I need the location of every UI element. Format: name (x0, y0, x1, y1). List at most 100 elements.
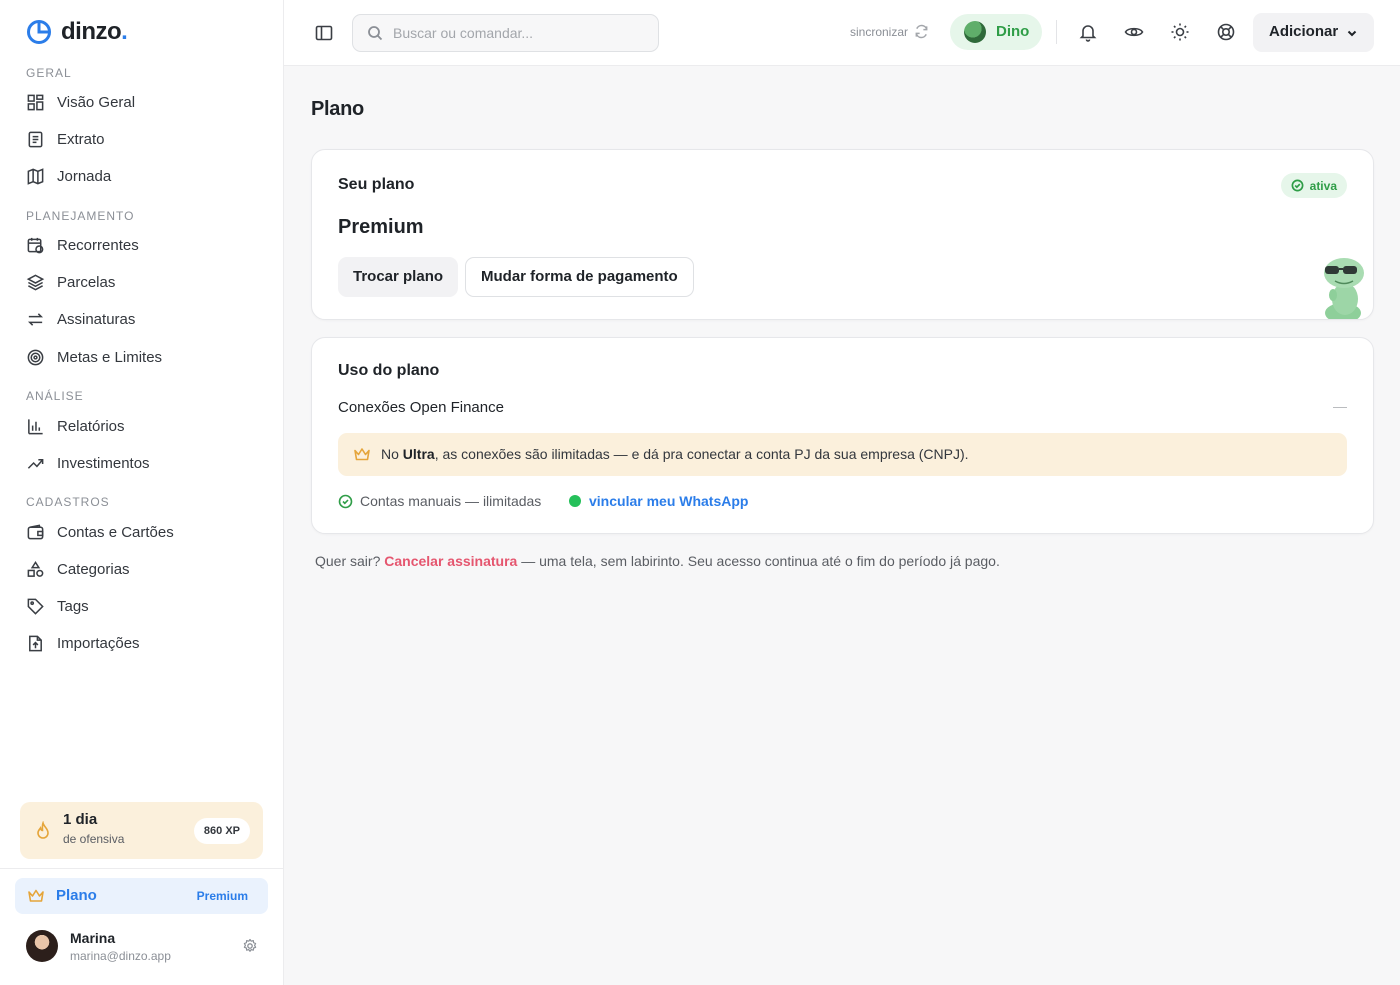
eye-icon (1124, 27, 1144, 37)
plan-name: Premium (338, 216, 424, 238)
sidebar-item-recorrentes[interactable]: Recorrentes (26, 236, 139, 255)
gear-icon[interactable] (242, 938, 258, 954)
sidebar-item-label: Plano (56, 887, 97, 904)
sun-icon (1171, 23, 1189, 41)
sidebar-item-label: Relatórios (57, 418, 125, 435)
cancel-note: Quer sair? Cancelar assinatura — uma tel… (315, 553, 1000, 569)
sidebar-item-tags[interactable]: Tags (26, 597, 89, 616)
sidebar-item-extrato[interactable]: Extrato (26, 130, 105, 149)
sidebar-item-metas-limites[interactable]: Metas e Limites (26, 348, 162, 367)
layers-icon (26, 274, 45, 291)
check-circle-icon (338, 494, 353, 508)
sidebar-divider (0, 868, 284, 869)
open-finance-label: Conexões Open Finance (338, 399, 504, 416)
grid-icon (27, 94, 44, 111)
dinzo-logo-icon (27, 20, 51, 44)
search-bar[interactable] (352, 14, 659, 52)
sync-button[interactable]: sincronizar (850, 24, 929, 39)
usage-card-title: Uso do plano (338, 362, 440, 379)
sidebar-item-visao-geral[interactable]: Visão Geral (26, 93, 135, 112)
sidebar-item-label: Visão Geral (57, 94, 136, 111)
sidebar: dinzo. GERAL Visão Geral Extrato Jornada… (0, 0, 284, 985)
topbar-divider (1056, 20, 1057, 44)
upgrade-notice: No Ultra, as conexões são ilimitadas — e… (338, 433, 1347, 476)
sidebar-item-label: Categorias (57, 561, 130, 578)
dino-assistant-button[interactable]: Dino (950, 14, 1042, 50)
shapes-icon (27, 560, 44, 577)
cancel-subscription-link[interactable]: Cancelar assinatura (384, 553, 517, 569)
bell-icon (1079, 25, 1097, 42)
plan-card: Seu plano ativa Premium Trocar plano Mud… (311, 149, 1374, 320)
sidebar-item-assinaturas[interactable]: Assinaturas (26, 310, 135, 329)
sidebar-item-label: Contas e Cartões (57, 524, 174, 541)
flame-icon (37, 821, 49, 839)
search-input[interactable] (393, 25, 643, 41)
map-icon (27, 168, 44, 185)
sidebar-item-label: Importações (57, 635, 140, 652)
sidebar-item-label: Assinaturas (57, 311, 136, 328)
dino-label: Dino (996, 23, 1030, 40)
dino-mascot-icon (1324, 258, 1364, 319)
sidebar-item-label: Recorrentes (57, 237, 139, 254)
section-title-cadastros: CADASTROS (26, 495, 110, 509)
avatar (26, 930, 58, 962)
arrows-swap-icon (27, 313, 44, 326)
sidebar-item-contas-cartoes[interactable]: Contas e Cartões (26, 523, 174, 542)
streak-days: 1 dia (63, 811, 98, 828)
sidebar-toggle-button[interactable] (314, 23, 334, 43)
manual-accounts-row: Contas manuais — ilimitadas (338, 493, 541, 509)
change-plan-button[interactable]: Trocar plano (338, 257, 459, 297)
sidebar-item-jornada[interactable]: Jornada (26, 167, 111, 186)
privacy-toggle-button[interactable] (1124, 22, 1144, 42)
sidebar-toggle-icon (315, 25, 333, 41)
sidebar-item-parcelas[interactable]: Parcelas (26, 273, 115, 292)
refresh-icon (915, 24, 928, 39)
sidebar-item-label: Tags (57, 598, 89, 615)
add-button-label: Adicionar (1269, 23, 1339, 40)
change-payment-button[interactable]: Mudar forma de pagamento (465, 257, 694, 297)
manual-accounts-text: Contas manuais — ilimitadas (360, 493, 542, 509)
section-title-analise: ANÁLISE (26, 389, 84, 403)
status-badge: ativa (1280, 173, 1347, 198)
streak-card[interactable]: 1 dia de ofensiva 860 XP (20, 802, 263, 859)
user-name: Marina (70, 930, 116, 946)
whatsapp-icon (569, 495, 581, 507)
sidebar-item-plano[interactable]: Plano Premium (15, 878, 268, 914)
chevron-down-icon (1347, 30, 1357, 37)
dino-avatar-icon (964, 21, 986, 43)
sidebar-item-importacoes[interactable]: Importações (26, 634, 140, 653)
open-finance-value: — (1333, 398, 1347, 414)
sidebar-item-label: Parcelas (57, 274, 116, 291)
theme-toggle-button[interactable] (1170, 22, 1190, 42)
topbar: sincronizar Dino Adicionar (284, 0, 1400, 66)
file-upload-icon (29, 635, 42, 652)
sidebar-item-categorias[interactable]: Categorias (26, 560, 130, 579)
sidebar-item-label: Investimentos (57, 455, 150, 472)
check-circle-icon (1291, 179, 1304, 192)
search-icon (368, 26, 383, 41)
plan-card-title: Seu plano (338, 176, 415, 193)
brand-logo[interactable]: dinzo. (26, 18, 128, 46)
xp-badge: 860 XP (193, 818, 250, 844)
add-button[interactable]: Adicionar (1253, 13, 1374, 52)
upgrade-notice-text: No Ultra, as conexões são ilimitadas — e… (381, 446, 969, 462)
whatsapp-link[interactable]: vincular meu WhatsApp (569, 493, 748, 509)
sidebar-item-relatorios[interactable]: Relatórios (26, 417, 125, 436)
document-icon (28, 131, 43, 148)
lifebuoy-icon (1217, 23, 1235, 41)
user-email: marina@dinzo.app (70, 949, 171, 963)
user-profile[interactable]: Marina marina@dinzo.app (26, 928, 266, 968)
target-icon (27, 349, 44, 366)
help-button[interactable] (1216, 22, 1236, 42)
sidebar-item-label: Metas e Limites (57, 349, 163, 366)
sidebar-item-investimentos[interactable]: Investimentos (26, 454, 150, 473)
brand-name: dinzo. (61, 18, 128, 45)
plan-tier-badge: Premium (196, 889, 248, 903)
sync-label: sincronizar (850, 24, 909, 39)
calendar-repeat-icon (27, 237, 44, 254)
wallet-icon (27, 524, 44, 540)
sidebar-item-label: Jornada (57, 168, 112, 185)
notifications-button[interactable] (1078, 22, 1098, 42)
usage-card: Uso do plano Conexões Open Finance — No … (311, 337, 1374, 534)
page-title: Plano (311, 98, 364, 120)
